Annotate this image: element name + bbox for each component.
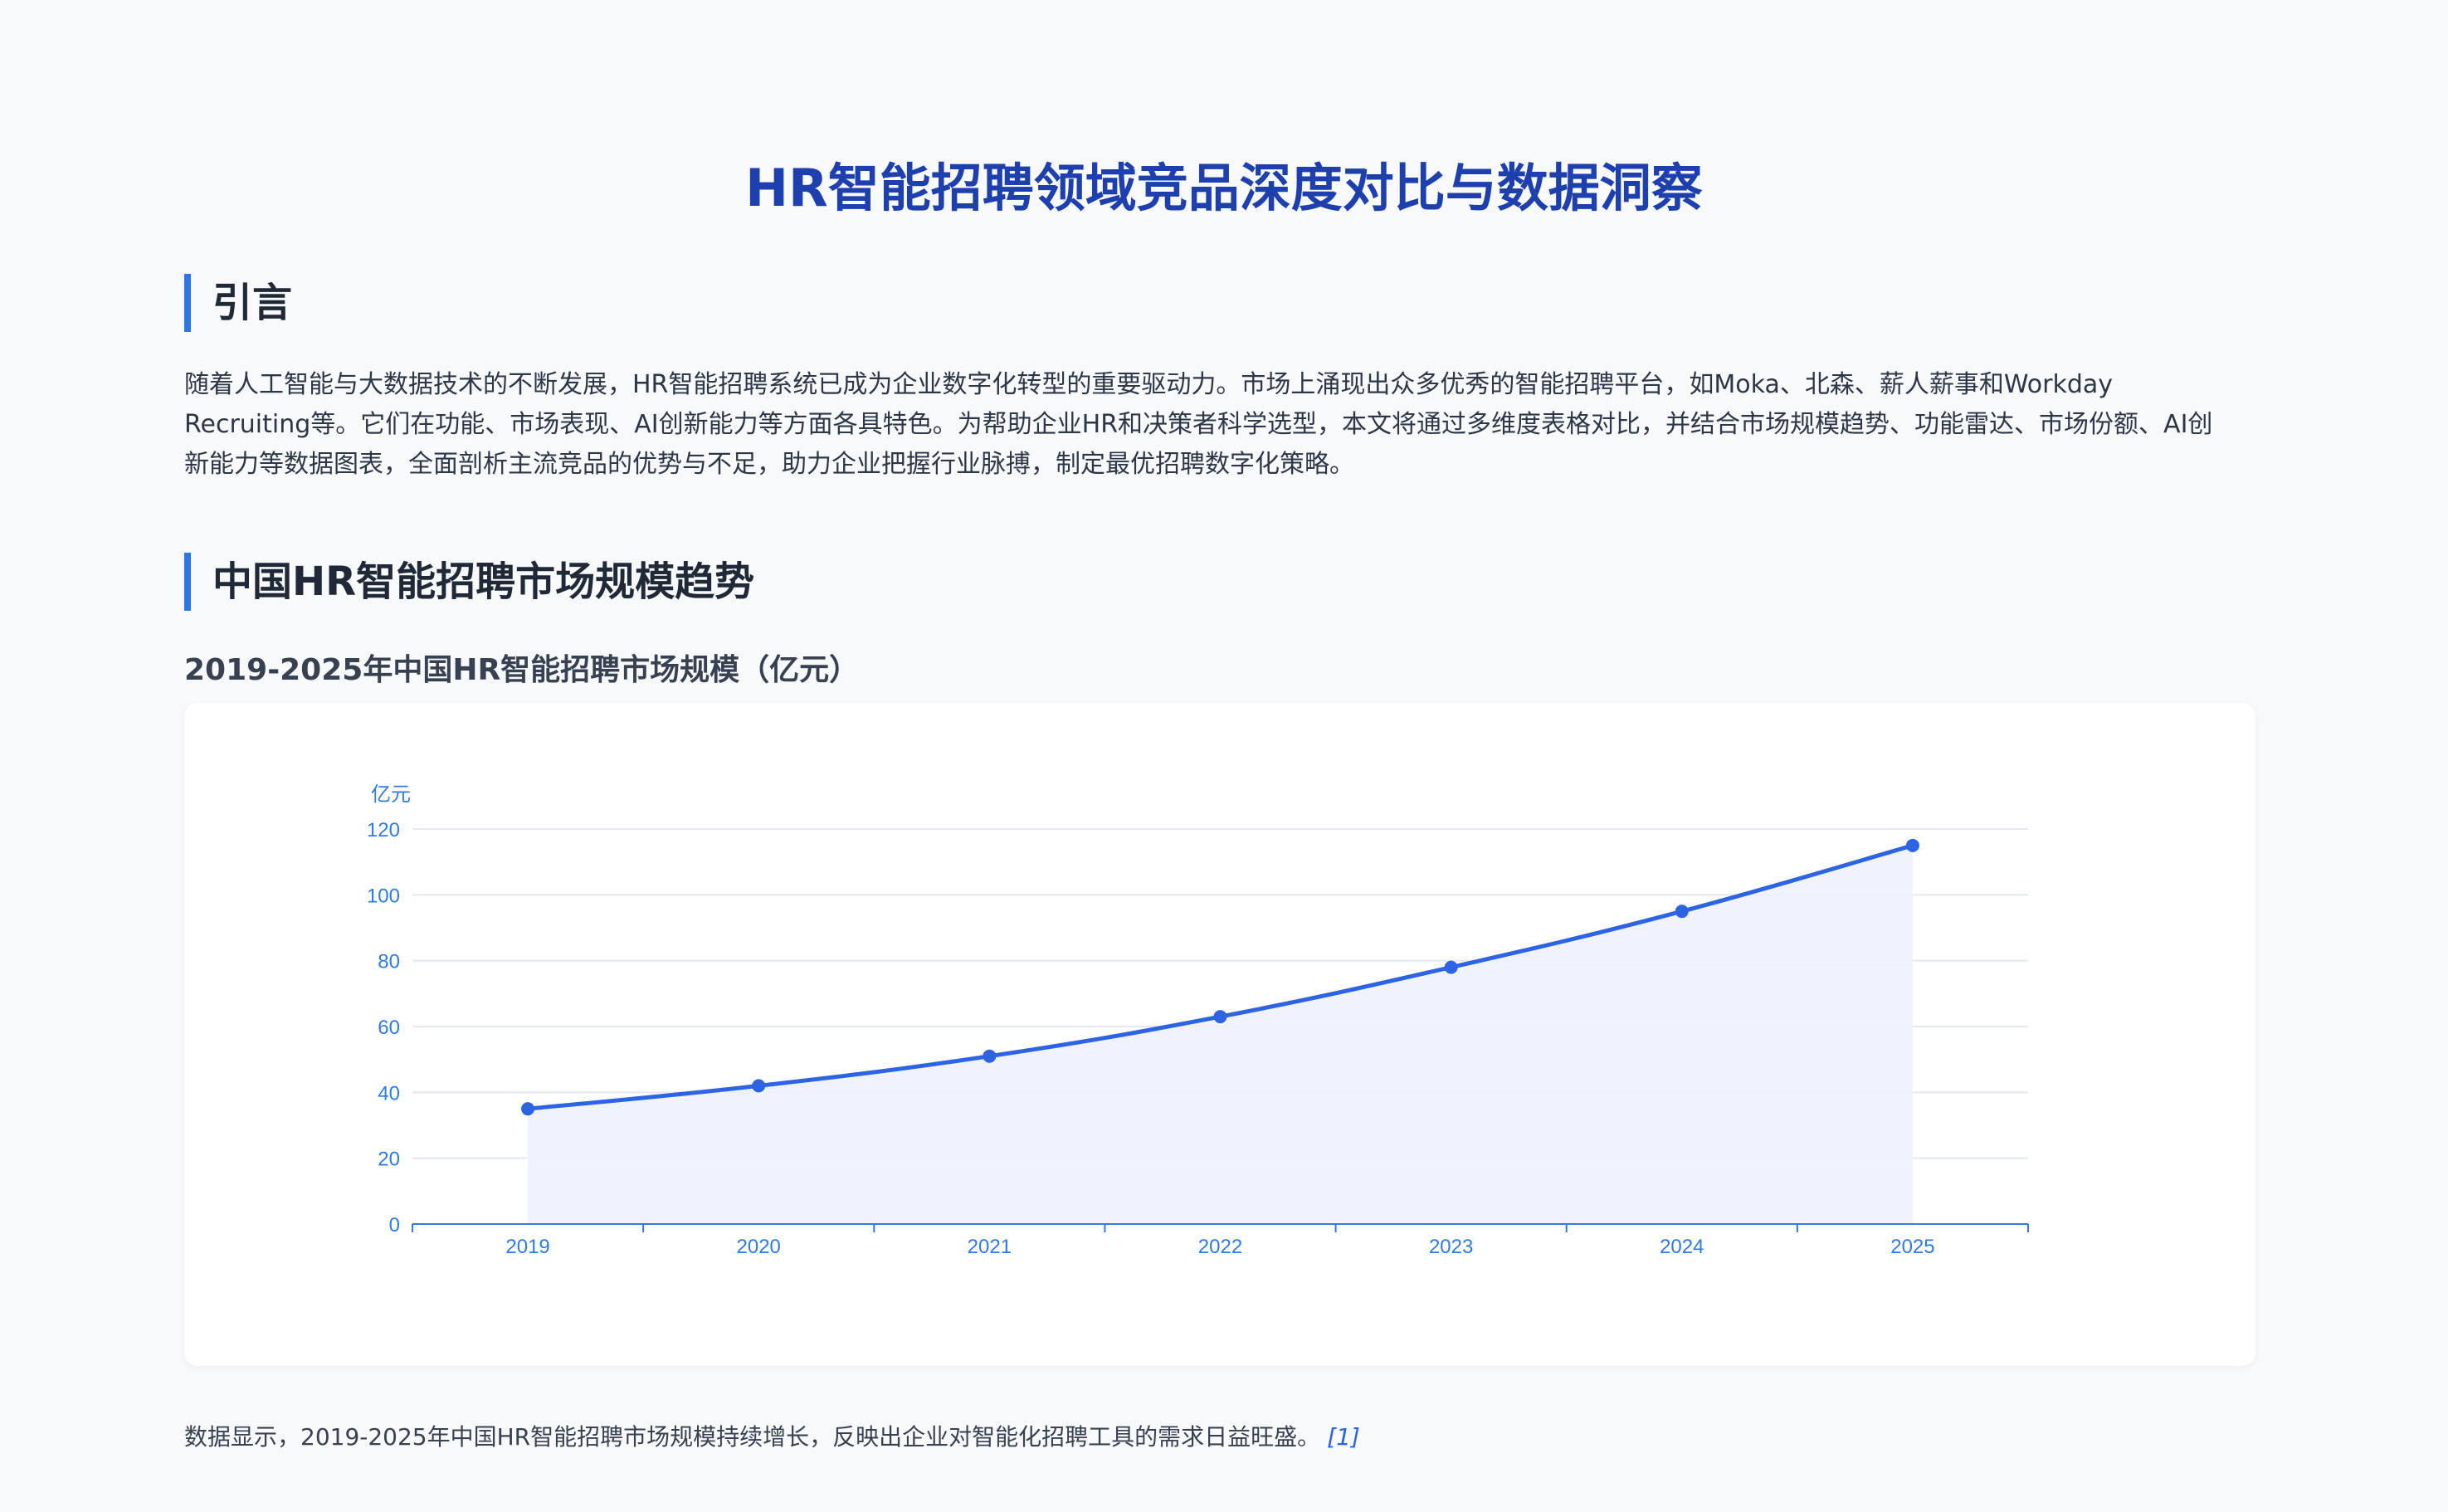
intro-paragraph: 随着人工智能与大数据技术的不断发展，HR智能招聘系统已成为企业数字化转型的重要驱…: [184, 370, 2213, 479]
x-tick-label: 2022: [1198, 1236, 1242, 1258]
data-point[interactable]: [1444, 960, 1458, 974]
market-size-heading: 中国HR智能招聘市场规模趋势: [184, 553, 754, 611]
x-tick-label: 2020: [737, 1236, 781, 1258]
page-title: HR智能招聘领域竞品深度对比与数据洞察: [745, 158, 1703, 218]
y-axis-unit-label: 亿元: [371, 783, 411, 806]
data-point[interactable]: [1905, 838, 1919, 852]
y-tick-label: 100: [367, 885, 400, 907]
chart-footnote: 数据显示，2019-2025年中国HR智能招聘市场规模持续增长，反映出企业对智能…: [184, 1419, 1360, 1452]
x-tick-label: 2025: [1890, 1236, 1934, 1258]
chart-card: 0 20 40 60 80 100 120 2019 2020 2021 2022 2023 2024 2…: [184, 703, 2255, 1366]
intro-heading: 引言: [184, 274, 292, 332]
y-tick-label: 0: [389, 1214, 400, 1236]
data-point[interactable]: [1213, 1010, 1227, 1024]
y-tick-label: 80: [378, 951, 400, 973]
citation-link[interactable]: [1]: [1327, 1423, 1360, 1451]
data-point[interactable]: [752, 1079, 766, 1093]
y-tick-label: 60: [378, 1017, 400, 1039]
y-tick-label: 120: [367, 819, 400, 841]
y-tick-label: 40: [378, 1082, 400, 1105]
data-point[interactable]: [1675, 905, 1689, 919]
area-fill: [528, 845, 1913, 1224]
data-point[interactable]: [983, 1049, 997, 1063]
x-tick-label: 2024: [1660, 1236, 1704, 1258]
x-tick-label: 2023: [1429, 1236, 1473, 1258]
x-tick-label: 2021: [968, 1236, 1012, 1258]
market-size-line-chart: 0 20 40 60 80 100 120 2019 2020 2021 2022 2023 2024 2…: [367, 783, 2029, 1258]
data-point[interactable]: [521, 1102, 535, 1116]
footnote-text: 数据显示，2019-2025年中国HR智能招聘市场规模持续增长，反映出企业对智能…: [184, 1423, 1321, 1451]
chart-title: 2019-2025年中国HR智能招聘市场规模（亿元）: [184, 653, 860, 687]
y-tick-label: 20: [378, 1149, 400, 1171]
x-tick-label: 2019: [505, 1236, 549, 1258]
